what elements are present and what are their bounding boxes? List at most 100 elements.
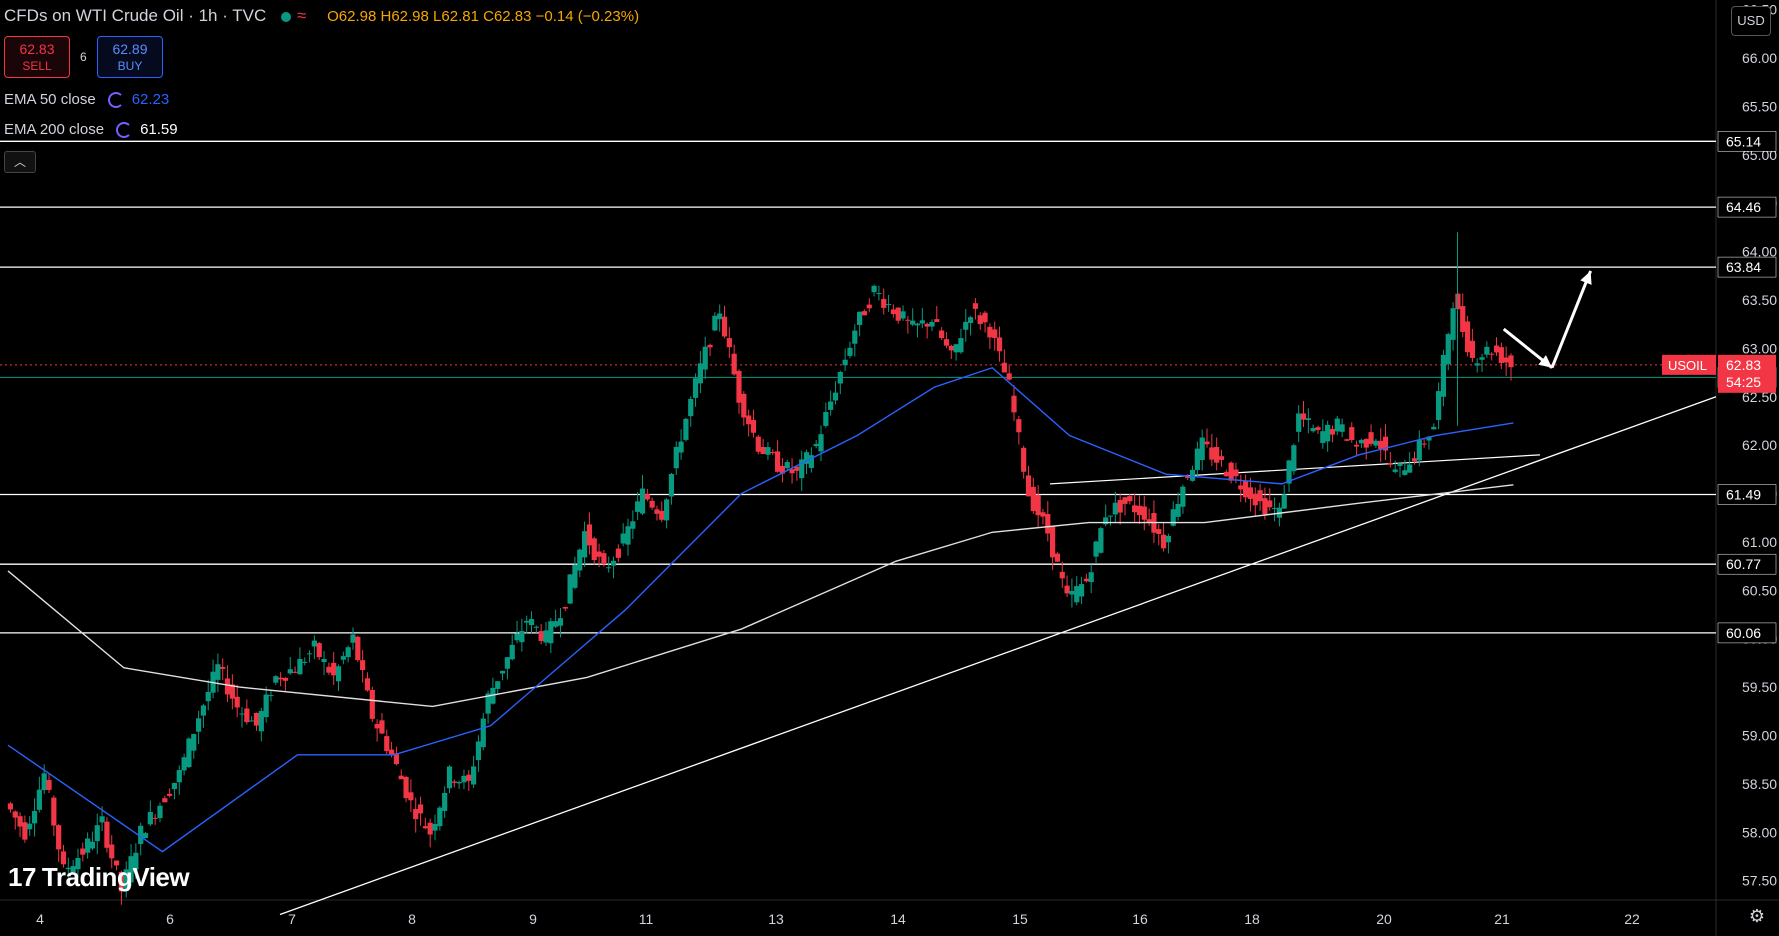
candle-body [1305,418,1311,421]
candle-body [1479,357,1485,360]
gear-icon[interactable]: ⚙ [1749,906,1765,927]
candle-body [572,564,578,588]
market-status-icon [281,11,292,22]
candle-body [567,574,573,604]
buy-price: 62.89 [112,41,148,57]
candle-body [514,633,520,641]
candle-body [1069,590,1075,595]
y-tick-label: 61.00 [1742,534,1777,550]
candle-body [1112,502,1118,515]
candle-body [253,712,260,726]
candle-body [1445,334,1451,365]
candle-body [774,451,781,472]
sell-label: SELL [22,59,52,73]
projection-arrow [1550,270,1592,369]
candle-body [1136,505,1143,516]
collapse-legend-button[interactable]: ︿ [4,151,36,173]
candle-body [1006,373,1012,380]
candle-body [195,718,202,732]
currency-selector[interactable]: USD [1731,6,1771,36]
x-tick-label: 4 [36,911,44,927]
candle-body [263,694,269,718]
candle-body [1064,585,1070,594]
ema200-label: EMA 200 close [4,121,105,138]
symbol-title[interactable]: CFDs on WTI Crude Oil · 1h · TVC [4,6,266,26]
candle-body [220,666,226,669]
candle-body [1035,494,1041,516]
candle-body [437,807,443,827]
candle-body [668,474,675,497]
buy-button[interactable]: 62.89 BUY [97,36,163,78]
candle-body [239,713,245,715]
candle-body [741,393,747,418]
x-tick-label: 22 [1624,911,1640,927]
candle-body [1223,471,1229,477]
candle-body [1300,413,1307,420]
x-tick-label: 21 [1494,911,1510,927]
candle-body [46,779,52,790]
candle-body [678,441,684,453]
candle-body [1493,345,1500,353]
candle-body [1310,428,1316,432]
candle-body [398,775,404,780]
candle-body [586,524,593,546]
ascending-trendline [279,396,1717,916]
candle-body [1296,413,1302,432]
candle-body [302,661,308,663]
candle-body [934,319,940,322]
candle-body [847,347,853,356]
candle-body [1460,306,1466,332]
candle-body [408,792,414,801]
open-value: O62.98 [327,8,377,25]
ema50-legend[interactable]: EMA 50 close 62.23 [4,91,169,109]
candle-body [557,618,564,626]
candle-body [1199,437,1205,461]
candle-body [736,370,742,403]
candle-body [562,606,568,609]
candle-body [340,656,346,660]
x-tick-label: 16 [1132,911,1148,927]
level-price-label: 64.46 [1726,199,1761,215]
x-tick-label: 18 [1244,911,1260,927]
candle-body [374,723,380,729]
candle-body [1325,424,1331,442]
candle-body [1016,419,1022,433]
candle-body [948,345,954,351]
candle-body [939,330,945,338]
ohlc-values: O62.98 H62.98 L62.81 C62.83 −0.14 (−0.23… [327,8,639,25]
candle-body [1083,578,1089,582]
y-tick-label: 63.00 [1742,340,1777,356]
x-tick-label: 7 [288,911,296,927]
candle-body [364,678,371,691]
y-tick-label: 58.50 [1742,776,1777,792]
candle-body [1431,426,1437,430]
candle-body [1474,363,1480,366]
candle-body [1107,515,1114,517]
price-chart[interactable]: 57.5058.0058.5059.0059.5060.0060.5061.00… [0,0,1779,936]
candle-body [306,653,313,655]
candle-body [644,494,650,500]
candle-body [1363,438,1369,448]
y-tick-label: 59.50 [1742,679,1777,695]
candle-body [422,826,428,829]
candle-body [224,678,231,695]
candle-body [1054,553,1061,562]
candle-body [355,636,361,661]
loading-icon [107,92,124,109]
candle-body [1165,535,1172,543]
candle-body [1411,458,1418,461]
candle-body [538,631,544,642]
candle-body [857,311,863,325]
candle-body [1218,456,1225,460]
candle-body [1436,391,1442,420]
candle-body [1141,506,1147,520]
candle-body [446,766,453,789]
candle-body [837,371,843,384]
candle-body [697,363,703,384]
candle-body [635,501,641,512]
candle-body [80,848,86,855]
sell-button[interactable]: 62.83 SELL [4,36,70,78]
ema200-legend[interactable]: EMA 200 close 61.59 [4,121,178,139]
candle-body [755,436,761,452]
candle-body [200,705,207,716]
